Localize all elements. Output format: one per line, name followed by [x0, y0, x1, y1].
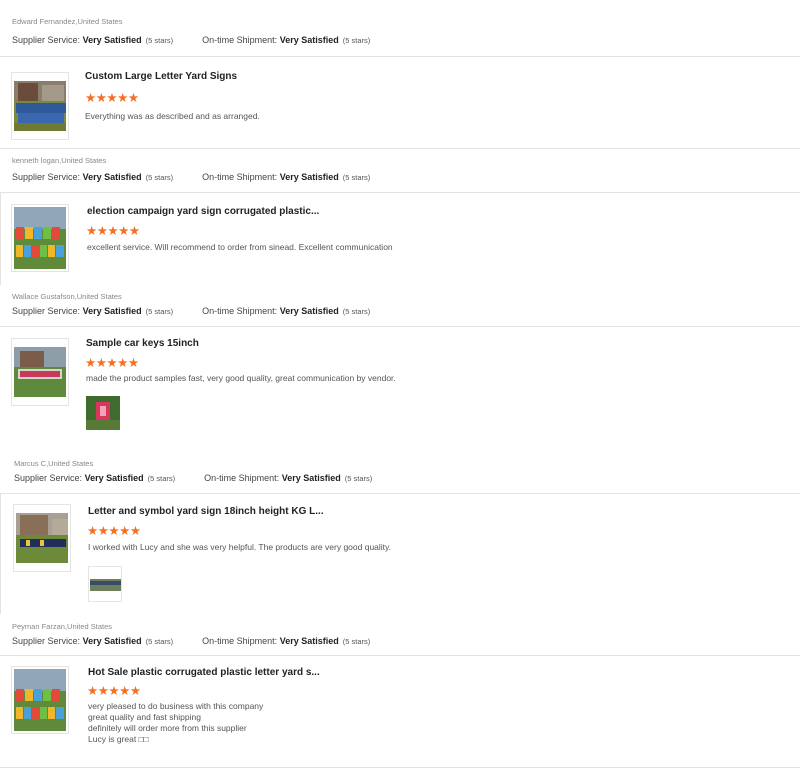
supplier-service-value: Very Satisfied: [82, 306, 142, 316]
review-header: [0, 149, 800, 193]
supplier-ratings: Supplier Service: Very Satisfied (5 stars…: [12, 306, 370, 316]
review-comment-line: I worked with Lucy and she was very help…: [88, 542, 392, 552]
review-attachment-image[interactable]: [88, 566, 122, 602]
product-thumbnail[interactable]: [13, 504, 71, 572]
rating-stars: ★★★★★: [86, 224, 140, 238]
supplier-service-stars: (5 stars): [145, 307, 174, 316]
ontime-shipment-stars: (5 stars): [344, 474, 373, 483]
ontime-shipment-stars: (5 stars): [342, 173, 371, 182]
product-title-link[interactable]: Letter and symbol yard sign 18inch heigh…: [88, 506, 324, 517]
review-comment-line: Lucy is great □□: [88, 734, 149, 744]
reviewer-name: Marcus C,United States: [14, 459, 94, 468]
reviewer-name: Wallace Gustafson,United States: [12, 292, 122, 301]
left-border: [0, 493, 1, 614]
ontime-shipment-label: On-time Shipment:: [202, 306, 278, 316]
review-card: kenneth logan,United States Supplier Ser…: [0, 149, 800, 285]
reviewer-name: Peyman Farzan,United States: [12, 622, 113, 631]
ontime-shipment-stars: (5 stars): [342, 637, 371, 646]
review-attachment-image[interactable]: [86, 396, 120, 430]
supplier-ratings: Supplier Service: Very Satisfied (5 stars…: [12, 636, 370, 646]
left-border: [0, 192, 1, 285]
ontime-shipment-value: Very Satisfied: [279, 35, 339, 45]
review-comment-line: Everything was as described and as arran…: [85, 111, 260, 121]
ontime-shipment-value: Very Satisfied: [279, 306, 339, 316]
supplier-service-value: Very Satisfied: [84, 473, 144, 483]
supplier-service-label: Supplier Service:: [12, 172, 81, 182]
rating-stars: ★★★★★: [87, 524, 141, 538]
product-thumbnail[interactable]: [11, 666, 69, 734]
review-comment-line: definitely will order more from this sup…: [88, 723, 247, 733]
product-title-link[interactable]: Sample car keys 15inch: [86, 338, 199, 349]
review-card: Marcus C,United States Supplier Service:…: [0, 451, 800, 614]
supplier-service-stars: (5 stars): [145, 637, 174, 646]
product-image: [16, 513, 68, 563]
review-comment-line: great quality and fast shipping: [88, 712, 201, 722]
supplier-service-stars: (5 stars): [145, 173, 174, 182]
product-image: [14, 347, 66, 397]
supplier-service-label: Supplier Service:: [12, 306, 81, 316]
product-title-link[interactable]: Custom Large Letter Yard Signs: [85, 71, 237, 82]
review-comment: I worked with Lucy and she was very help…: [88, 542, 391, 553]
review-comment-line: very pleased to do business with this co…: [88, 701, 264, 711]
supplier-ratings: Supplier Service: Very Satisfied (5 stars…: [12, 172, 370, 182]
product-thumbnail[interactable]: [11, 72, 69, 140]
product-thumbnail[interactable]: [11, 204, 69, 272]
supplier-service-value: Very Satisfied: [82, 636, 142, 646]
product-image: [14, 81, 66, 131]
ontime-shipment-stars: (5 stars): [342, 36, 371, 45]
supplier-service-stars: (5 stars): [145, 36, 174, 45]
divider: [0, 767, 800, 768]
rating-stars: ★★★★★: [85, 356, 139, 370]
ontime-shipment-label: On-time Shipment:: [202, 35, 278, 45]
ontime-shipment-value: Very Satisfied: [281, 473, 341, 483]
supplier-service-value: Very Satisfied: [82, 35, 142, 45]
review-comment: made the product samples fast, very good…: [86, 373, 396, 384]
review-comment-line: excellent service. Will recommend to ord…: [87, 242, 393, 252]
review-header: [0, 0, 800, 57]
ontime-shipment-value: Very Satisfied: [279, 636, 339, 646]
review-card: Edward Fernandez,United States Supplier …: [0, 0, 800, 149]
product-thumbnail[interactable]: [11, 338, 69, 406]
review-card: Wallace Gustafson,United States Supplier…: [0, 286, 800, 449]
review-comment: excellent service. Will recommend to ord…: [87, 242, 393, 253]
ontime-shipment-value: Very Satisfied: [279, 172, 339, 182]
ontime-shipment-label: On-time Shipment:: [202, 636, 278, 646]
ontime-shipment-label: On-time Shipment:: [204, 473, 280, 483]
supplier-ratings: Supplier Service: Very Satisfied (5 stars…: [12, 35, 370, 45]
product-title-link[interactable]: election campaign yard sign corrugated p…: [87, 206, 319, 217]
review-comment-line: made the product samples fast, very good…: [86, 373, 396, 383]
product-image: [14, 207, 66, 269]
ontime-shipment-stars: (5 stars): [342, 307, 371, 316]
review-card: Peyman Farzan,United States Supplier Ser…: [0, 616, 800, 776]
reviewer-name: Edward Fernandez,United States: [12, 17, 123, 26]
rating-stars: ★★★★★: [85, 91, 139, 105]
review-comment: very pleased to do business with this co…: [88, 701, 263, 745]
review-comment: Everything was as described and as arran…: [85, 111, 260, 122]
supplier-service-stars: (5 stars): [147, 474, 176, 483]
rating-stars: ★★★★★: [87, 684, 141, 698]
supplier-service-label: Supplier Service:: [14, 473, 83, 483]
supplier-service-label: Supplier Service:: [12, 636, 81, 646]
reviewer-name: kenneth logan,United States: [12, 156, 107, 165]
product-image: [14, 669, 66, 731]
supplier-service-value: Very Satisfied: [82, 172, 142, 182]
product-title-link[interactable]: Hot Sale plastic corrugated plastic lett…: [88, 667, 320, 678]
ontime-shipment-label: On-time Shipment:: [202, 172, 278, 182]
supplier-ratings: Supplier Service: Very Satisfied (5 stars…: [14, 473, 372, 483]
supplier-service-label: Supplier Service:: [12, 35, 81, 45]
